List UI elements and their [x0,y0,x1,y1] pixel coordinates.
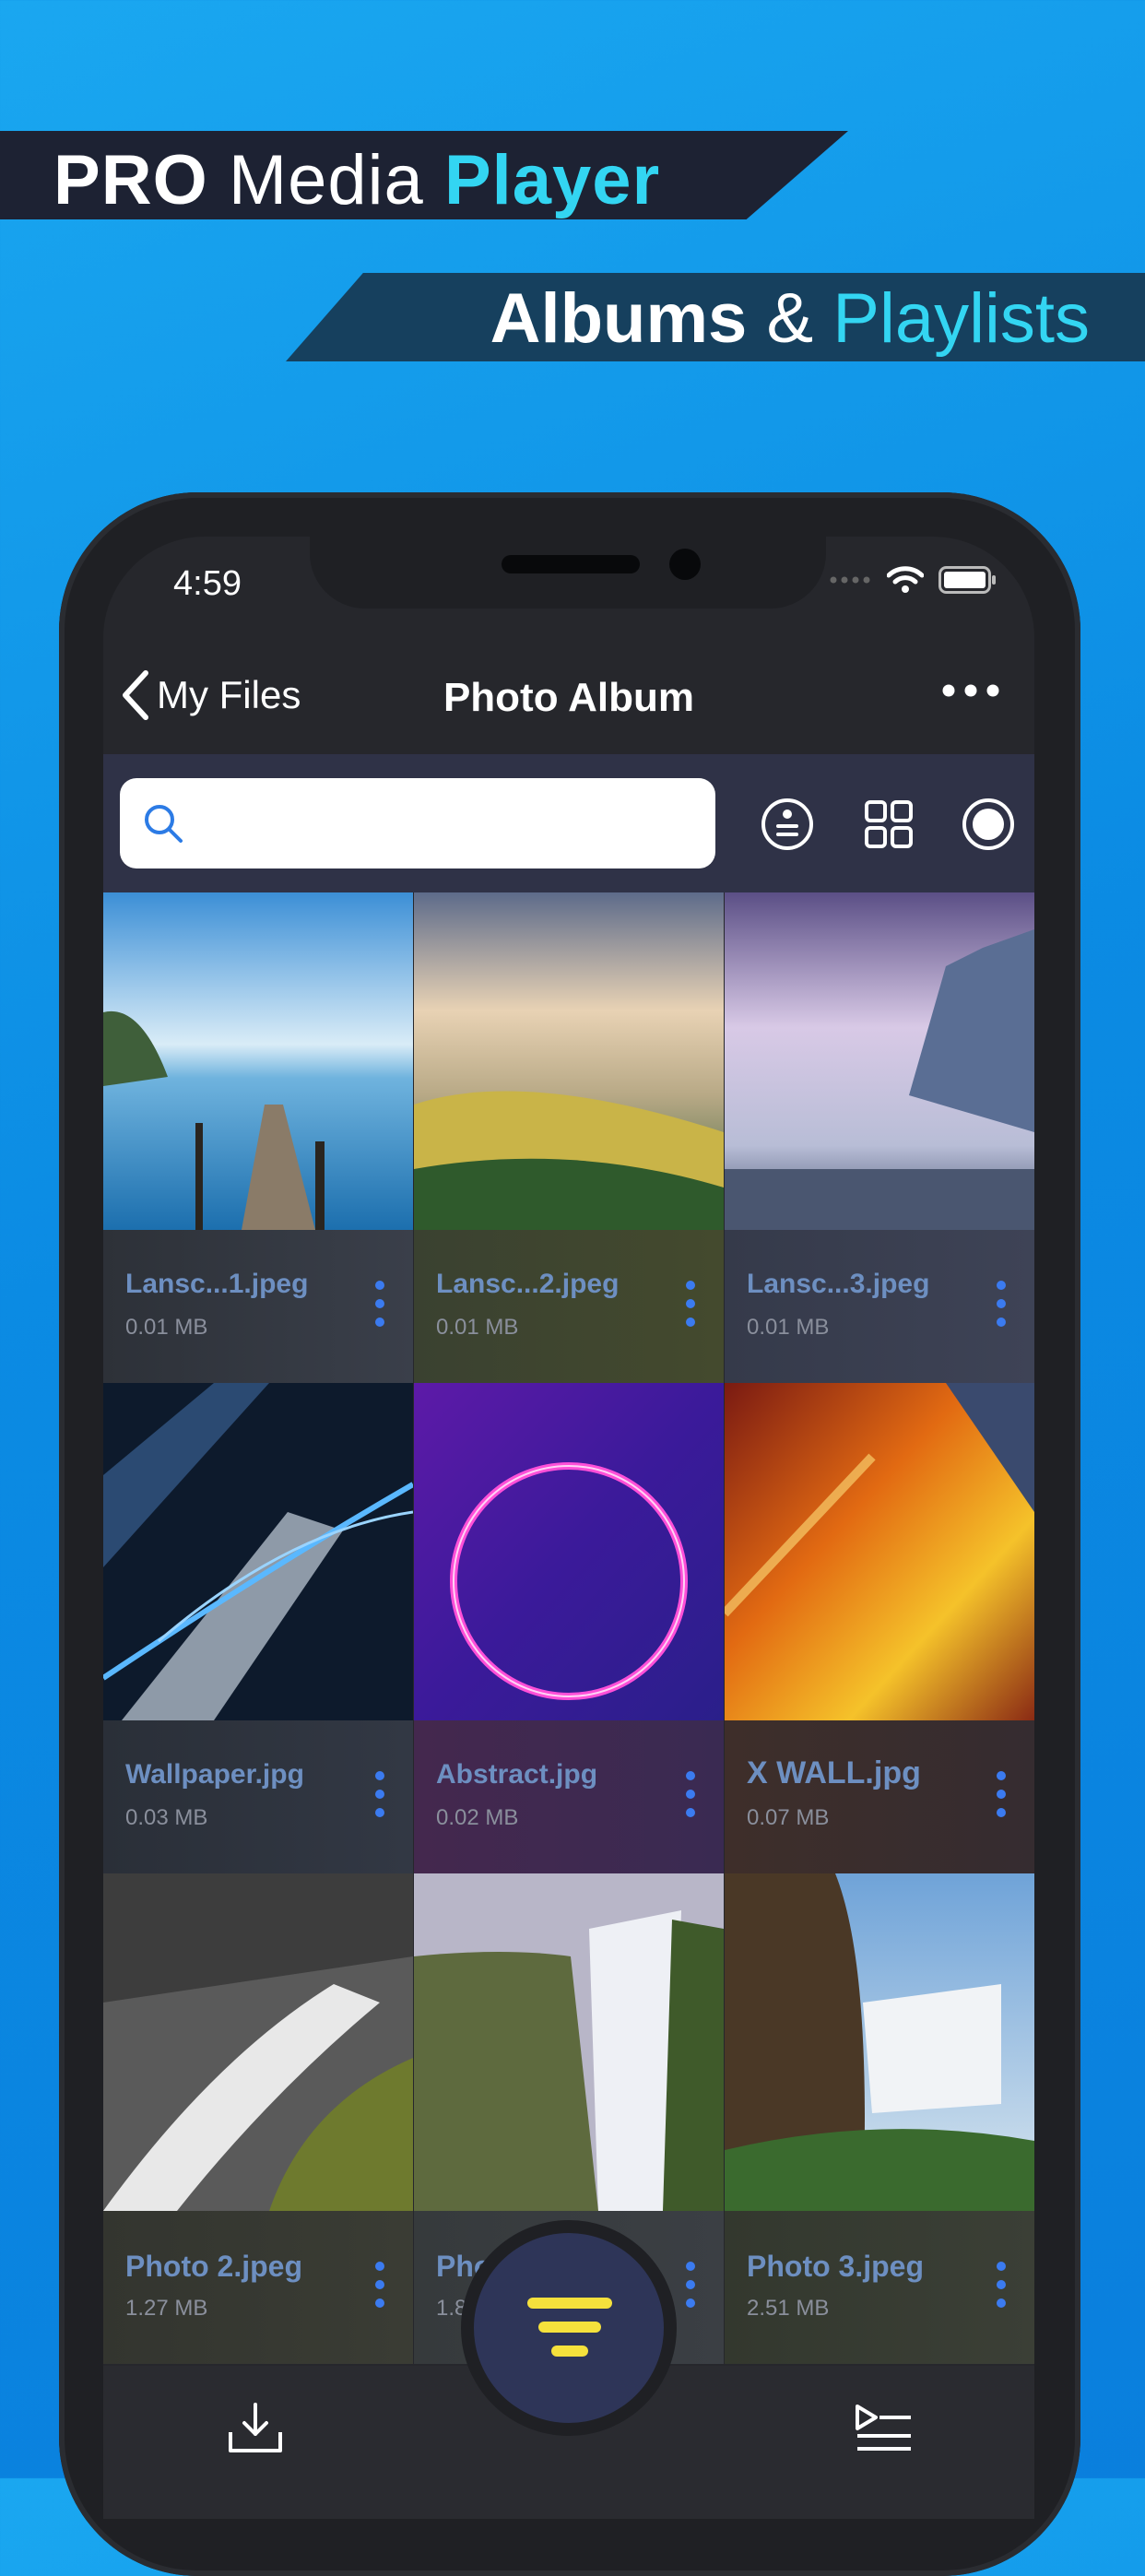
camera [669,549,701,580]
status-time: 4:59 [173,564,242,603]
file-menu-icon[interactable] [685,1280,696,1328]
download-icon[interactable] [227,2401,284,2456]
file-menu-icon[interactable] [374,1280,385,1328]
battery-icon [938,566,996,594]
banner-title-2: Albums & Playlists [490,278,1090,359]
file-menu-icon[interactable] [996,1770,1007,1818]
banner-word-playlists: Playlists [832,279,1090,358]
file-tile[interactable]: X WALL.jpg 0.07 MB [725,1383,1034,1873]
file-menu-icon[interactable] [374,1770,385,1818]
file-info: X WALL.jpg 0.07 MB [725,1720,1034,1873]
file-tile[interactable]: Photo 3.jpeg 2.51 MB [725,1873,1034,2364]
file-menu-icon[interactable] [685,2261,696,2309]
search-icon [145,805,183,843]
notch [310,537,826,609]
file-info: Lansc...2.jpeg 0.01 MB [414,1230,724,1383]
promo-banner-2: Albums & Playlists [286,273,1145,361]
file-info: Photo 2.jpeg 1.27 MB [103,2211,413,2364]
more-icon[interactable] [942,684,999,697]
file-tile[interactable]: Lansc...1.jpeg 0.01 MB [103,892,413,1383]
file-name: Photo 3.jpeg [747,2250,924,2283]
thumbnail-blue-wallpaper [103,1383,413,1720]
file-size: 0.01 MB [436,1315,519,1340]
status-icons [830,566,997,594]
file-menu-icon[interactable] [996,1280,1007,1328]
file-menu-icon[interactable] [996,2261,1007,2309]
search-field[interactable] [120,778,715,869]
sort-icon[interactable] [760,797,815,852]
file-name: Wallpaper.jpg [125,1759,304,1790]
file-info: Lansc...1.jpeg 0.01 MB [103,1230,413,1383]
file-name: Lansc...1.jpeg [125,1269,309,1299]
file-size: 0.07 MB [747,1805,830,1830]
file-tile[interactable]: Lansc...3.jpeg 0.01 MB [725,892,1034,1383]
thumbnail-fire-streaks [725,1383,1034,1720]
banner-word-player: Player [443,141,661,219]
file-size: 0.01 MB [125,1315,208,1340]
banner-word-pro: PRO [53,141,208,219]
grid-view-icon[interactable] [861,797,916,852]
file-name: Abstract.jpg [436,1759,598,1790]
thumbnail-canyon-waterfall [725,1873,1034,2211]
thumbnail-neon-ring [414,1383,724,1720]
page-title: Photo Album [443,675,695,720]
file-size: 0.02 MB [436,1805,519,1830]
navigation-bar: My Files Photo Album [103,647,1034,749]
filter-button[interactable] [474,2233,664,2423]
filter-icon [527,2298,612,2357]
banner-word-media: Media [228,141,424,219]
wifi-icon [887,566,924,593]
promo-banner-1: PRO Media Player [0,131,848,219]
thumbnail-hills [414,892,724,1230]
file-menu-icon[interactable] [374,2261,385,2309]
thumbnail-tall-waterfall [414,1873,724,2211]
file-menu-icon[interactable] [685,1770,696,1818]
file-name: Lansc...3.jpeg [747,1269,930,1299]
file-name: Lansc...2.jpeg [436,1269,620,1299]
file-name: X WALL.jpg [747,1755,921,1790]
file-info: Abstract.jpg 0.02 MB [414,1720,724,1873]
thumbnail-waterfall-rocks [103,1873,413,2211]
banner-word-albums: Albums [490,279,748,358]
thumbnail-lake-pier [103,892,413,1230]
phone-screen: 4:59 My Files Photo Album Lansc...1.jpeg… [103,537,1034,2519]
file-size: 1.27 MB [125,2296,208,2321]
file-tile[interactable]: Wallpaper.jpg 0.03 MB [103,1383,413,1873]
playlist-icon[interactable] [854,2403,913,2454]
file-size: 0.01 MB [747,1315,830,1340]
file-tile[interactable]: Photo 2.jpeg 1.27 MB [103,1873,413,2364]
file-info: Photo 3.jpeg 2.51 MB [725,2211,1034,2364]
signal-icon [830,576,870,584]
banner-title-1: PRO Media Player [53,140,661,219]
file-name: Photo 2.jpeg [125,2250,302,2283]
banner-ampersand: & [766,279,814,358]
file-size: 2.51 MB [747,2296,830,2321]
file-info: Lansc...3.jpeg 0.01 MB [725,1230,1034,1383]
speaker [502,555,640,573]
file-info: Wallpaper.jpg 0.03 MB [103,1720,413,1873]
file-tile[interactable]: Abstract.jpg 0.02 MB [414,1383,724,1873]
thumbnail-misty-forest [725,892,1034,1230]
toolbar [103,754,1034,892]
record-icon[interactable] [961,797,1016,852]
file-size: 0.03 MB [125,1805,208,1830]
file-tile[interactable]: Lansc...2.jpeg 0.01 MB [414,892,724,1383]
